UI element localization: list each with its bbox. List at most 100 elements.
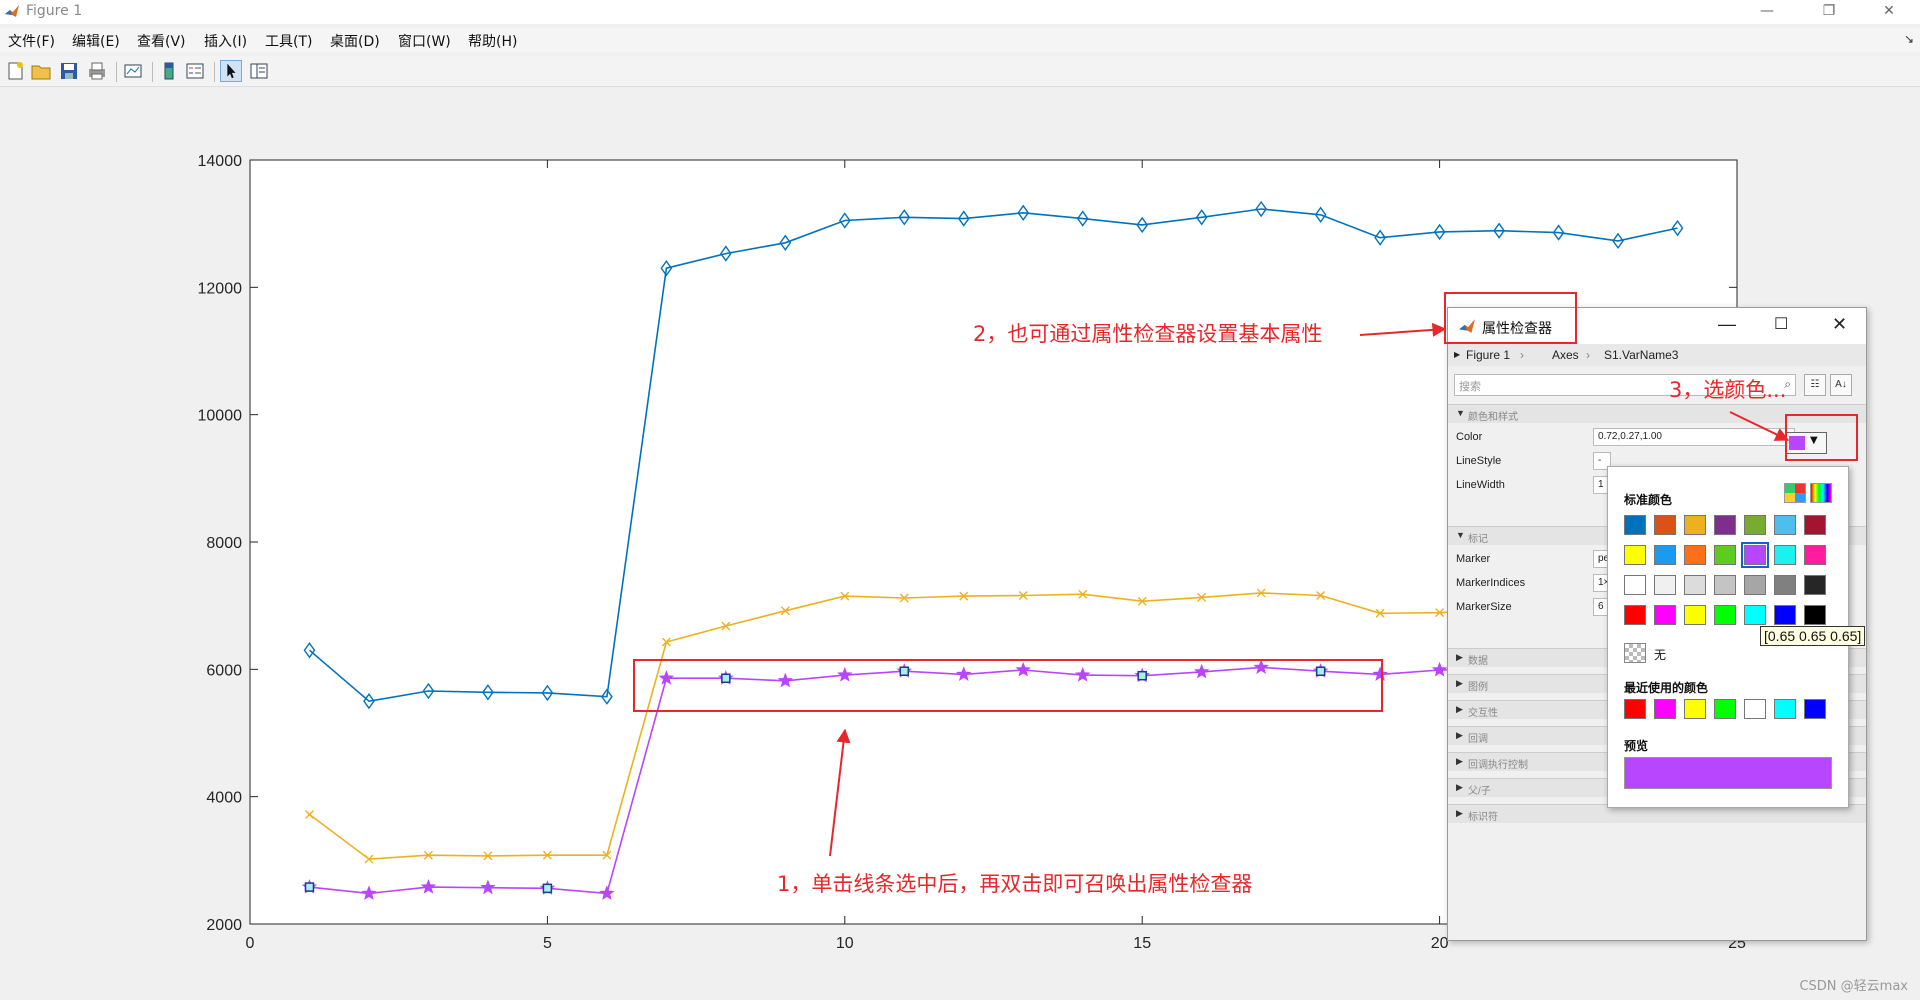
menu-window[interactable]: 窗口(W) [398, 31, 451, 51]
section-label: 数据 [1468, 656, 1488, 667]
color-swatch[interactable] [1624, 515, 1646, 535]
close-button[interactable]: ✕ [1866, 0, 1912, 24]
color-spectrum-icon[interactable] [1810, 483, 1832, 503]
color-swatch[interactable] [1774, 545, 1796, 565]
recent-color-swatch[interactable] [1654, 699, 1676, 719]
breadcrumb-axes[interactable]: Axes [1552, 348, 1579, 362]
window-title: Figure 1 [26, 3, 83, 19]
minimize-button[interactable]: — [1744, 0, 1790, 24]
property-label: LineStyle [1456, 455, 1502, 467]
insert-colorbar-icon[interactable] [158, 60, 180, 82]
color-swatch[interactable] [1624, 605, 1646, 625]
color-swatch[interactable] [1684, 575, 1706, 595]
link-plot-icon[interactable] [122, 60, 144, 82]
no-color-swatch[interactable] [1624, 643, 1646, 663]
color-swatch[interactable] [1714, 545, 1736, 565]
toolbar-separator [214, 62, 215, 82]
standard-colors-heading: 标准颜色 [1624, 493, 1673, 507]
annotation-note-2: 2，也可通过属性检查器设置基本属性 [973, 322, 1323, 346]
section-label: 父/子 [1468, 786, 1491, 797]
color-swatch[interactable] [1624, 575, 1646, 595]
insert-legend-icon[interactable] [184, 60, 206, 82]
section-label: 标识符 [1468, 812, 1498, 823]
color-swatch[interactable] [1804, 575, 1826, 595]
color-swatch[interactable] [1804, 515, 1826, 535]
maximize-icon[interactable]: ☐ [1774, 314, 1788, 334]
new-figure-icon[interactable] [4, 60, 26, 82]
selection-handle [542, 883, 553, 894]
color-swatch[interactable] [1654, 575, 1676, 595]
menu-bar: 文件(F) 编辑(E) 查看(V) 插入(I) 工具(T) 桌面(D) 窗口(W… [0, 28, 1920, 52]
menu-file[interactable]: 文件(F) [8, 31, 55, 51]
recent-color-swatch[interactable] [1774, 699, 1796, 719]
breadcrumb-line[interactable]: S1.VarName3 [1604, 348, 1678, 362]
sort-az-button[interactable]: A↓ [1830, 374, 1852, 396]
color-swatch[interactable] [1744, 515, 1766, 535]
section-label: 标记 [1468, 534, 1488, 545]
property-inspector-icon[interactable] [248, 60, 270, 82]
color-swatch[interactable] [1774, 575, 1796, 595]
breadcrumb: ▶ Figure 1 › Axes › S1.VarName3 [1448, 344, 1866, 366]
watermark: CSDN @轻云max [1799, 979, 1908, 994]
color-swatch[interactable] [1684, 545, 1706, 565]
breadcrumb-chevron-icon: › [1586, 348, 1590, 362]
color-swatch[interactable] [1654, 515, 1676, 535]
section-label: 回调执行控制 [1468, 760, 1528, 771]
dock-arrow-icon[interactable]: ↘ [1904, 32, 1914, 46]
color-swatch[interactable] [1714, 575, 1736, 595]
toolbar-separator [152, 62, 153, 82]
menu-view[interactable]: 查看(V) [137, 31, 186, 51]
menu-insert[interactable]: 插入(I) [204, 31, 247, 51]
breadcrumb-figure[interactable]: Figure 1 [1466, 348, 1510, 362]
restore-button[interactable]: ❐ [1806, 0, 1852, 24]
expand-arrow-icon: ▶ [1456, 782, 1463, 792]
color-swatch[interactable] [1804, 545, 1826, 565]
y-tick-label: 6000 [206, 662, 242, 679]
color-swatch[interactable] [1774, 605, 1796, 625]
menu-tools[interactable]: 工具(T) [265, 31, 312, 51]
y-tick-label: 2000 [206, 917, 242, 934]
expand-arrow-icon: ▶ [1456, 730, 1463, 740]
color-value-field[interactable]: 0.72,0.27,1.00 [1593, 428, 1795, 446]
figure-toolbar [0, 56, 1920, 87]
color-swatch[interactable] [1624, 545, 1646, 565]
expand-arrow-icon: ▶ [1456, 678, 1463, 688]
recent-color-swatch[interactable] [1624, 699, 1646, 719]
color-swatch[interactable] [1774, 515, 1796, 535]
annotation-note-1: 1，单击线条选中后，再双击即可召唤出属性检查器 [777, 872, 1253, 896]
categorized-view-button[interactable]: ☷ [1804, 374, 1826, 396]
menu-desktop[interactable]: 桌面(D) [330, 31, 380, 51]
recent-color-swatch[interactable] [1804, 699, 1826, 719]
recent-color-swatch[interactable] [1744, 699, 1766, 719]
open-file-icon[interactable] [30, 60, 52, 82]
section-label: 回调 [1468, 734, 1488, 745]
expand-arrow-icon: ▶ [1456, 652, 1463, 662]
color-swatch[interactable] [1804, 605, 1826, 625]
no-color-label[interactable]: 无 [1654, 646, 1666, 663]
x-tick-label: 15 [1133, 935, 1151, 952]
annotation-box-color-button [1785, 414, 1858, 461]
color-swatch[interactable] [1714, 515, 1736, 535]
collapse-arrow-icon: ▼ [1456, 530, 1465, 540]
recent-colors-heading: 最近使用的颜色 [1624, 681, 1709, 695]
recent-color-swatch[interactable] [1714, 699, 1736, 719]
color-swatch[interactable] [1684, 605, 1706, 625]
section-label: 图例 [1468, 682, 1488, 693]
close-icon[interactable]: ✕ [1832, 314, 1847, 335]
edit-plot-arrow-icon[interactable] [220, 60, 242, 82]
color-swatch[interactable] [1741, 542, 1769, 568]
recent-color-swatch[interactable] [1684, 699, 1706, 719]
color-swatch[interactable] [1654, 605, 1676, 625]
color-swatch[interactable] [1714, 605, 1736, 625]
menu-edit[interactable]: 编辑(E) [72, 31, 120, 51]
custom-palette-icon[interactable] [1784, 483, 1806, 503]
save-icon[interactable] [58, 60, 80, 82]
color-swatch[interactable] [1744, 575, 1766, 595]
color-swatch[interactable] [1654, 545, 1676, 565]
expand-arrow-icon: ▶ [1456, 756, 1463, 766]
menu-help[interactable]: 帮助(H) [468, 31, 517, 51]
print-icon[interactable] [86, 60, 108, 82]
color-swatch[interactable] [1684, 515, 1706, 535]
color-swatch[interactable] [1744, 605, 1766, 625]
minimize-icon[interactable]: — [1718, 314, 1736, 335]
